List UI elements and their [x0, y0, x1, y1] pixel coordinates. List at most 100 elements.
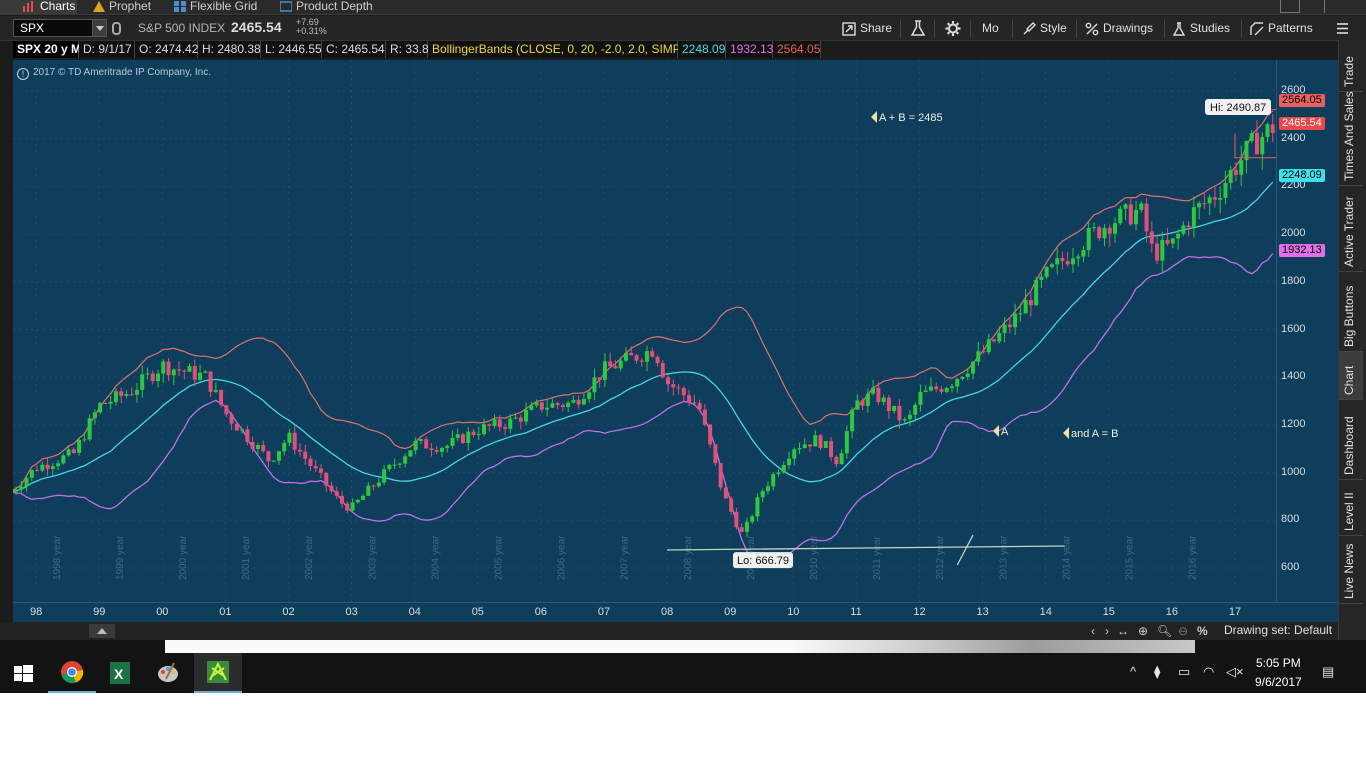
candle-body	[1097, 227, 1102, 239]
price-axis-label: 1000	[1281, 465, 1306, 478]
collapse-panel-button[interactable]	[89, 624, 115, 638]
price-chart[interactable]: 1997 year1998 year1999 year2000 year2001…	[13, 60, 1276, 602]
candle-body	[1149, 231, 1154, 244]
sidebar-tab-trade[interactable]: Trade	[1339, 40, 1363, 92]
patterns-label: Patterns	[1268, 21, 1313, 35]
aggregation-mo-button[interactable]: Mo	[962, 19, 999, 38]
watermark-year-label: 2012 year	[935, 535, 946, 580]
volume-muted-icon[interactable]: ◁×	[1226, 664, 1244, 680]
candle-body	[744, 521, 749, 532]
copyright-notice: ! 2017 © TD Ameritrade IP Company, Inc.	[17, 67, 211, 80]
candle-body	[1260, 136, 1265, 155]
battery-icon[interactable]: ▭	[1178, 664, 1190, 680]
candle-body	[776, 472, 781, 475]
info-icon[interactable]: !	[17, 68, 29, 80]
candle-body	[1223, 182, 1228, 199]
sidebar-tab-big-buttons[interactable]: Big Buttons	[1339, 272, 1363, 352]
window-restore-button[interactable]	[1280, 0, 1300, 13]
start-button[interactable]	[0, 653, 48, 693]
price-axis-label: 600	[1281, 561, 1300, 573]
svg-text:X: X	[114, 666, 124, 682]
bar-date: D: 9/1/17	[79, 41, 135, 58]
candle-body	[829, 441, 834, 457]
candle-body	[508, 418, 513, 429]
sidebar-tab-level-ii[interactable]: Level II	[1339, 480, 1363, 536]
symbol-input[interactable]: SPX	[13, 19, 107, 37]
sidebar-tab-label: Times And Sales	[1342, 91, 1356, 181]
taskbar-thinkorswim[interactable]	[194, 653, 242, 693]
candle-body	[750, 516, 755, 522]
candle-body	[445, 445, 450, 449]
menu-lines-icon[interactable]	[1332, 19, 1352, 38]
zoom-out-icon[interactable]: ⊖	[1178, 624, 1188, 638]
candle-body	[823, 441, 828, 448]
candle-body	[334, 491, 339, 496]
dropbox-icon[interactable]: ⧫	[1154, 664, 1160, 680]
candle-body	[602, 361, 607, 380]
candle-body	[992, 339, 997, 342]
tab-prophet[interactable]: Prophet	[91, 0, 151, 15]
link-icon[interactable]	[112, 22, 121, 35]
time-axis-label: 17	[1228, 606, 1242, 618]
candle-body	[708, 424, 713, 445]
chart-symbol-period[interactable]: SPX 20 y M	[13, 41, 81, 58]
sidebar-tab-times-and-sales[interactable]: Times And Sales	[1339, 91, 1363, 186]
sidebar-tab-chart[interactable]: Chart	[1339, 352, 1363, 400]
patterns-button[interactable]: Patterns	[1248, 19, 1313, 38]
crosshair-icon[interactable]: ⊕	[1138, 624, 1148, 638]
tab-flexible-grid[interactable]: Flexible Grid	[172, 0, 257, 15]
zoom-icon[interactable]: 🔍︎	[1157, 624, 1172, 638]
share-button[interactable]: Share	[840, 19, 892, 38]
style-button[interactable]: Style	[1020, 19, 1067, 38]
notifications-icon[interactable]: ▤	[1322, 664, 1334, 680]
time-axis-label: 14	[1039, 606, 1052, 618]
candle-body	[1202, 203, 1207, 205]
clock-time[interactable]: 5:05 PM	[1256, 656, 1301, 670]
tab-charts[interactable]: Charts	[0, 0, 77, 15]
candle-body	[676, 387, 681, 389]
taskbar-chrome[interactable]	[48, 653, 96, 693]
scroll-right-icon[interactable]: ›	[1105, 624, 1109, 638]
taskbar-excel[interactable]: X	[96, 653, 144, 693]
wifi-icon[interactable]: ◠	[1203, 664, 1214, 680]
sidebar-tab-active-trader[interactable]: Active Trader	[1339, 186, 1363, 272]
flask-icon[interactable]	[908, 19, 928, 38]
scroll-left-icon[interactable]: ‹	[1091, 624, 1095, 638]
expand-icon[interactable]: ↔	[1117, 624, 1129, 638]
tab-product-depth[interactable]: Product Depth	[278, 0, 373, 15]
symbol-dropdown-button[interactable]	[92, 20, 106, 36]
grid-icon	[174, 1, 186, 12]
copyright-text: 2017 © TD Ameritrade IP Company, Inc.	[33, 67, 212, 78]
time-axis[interactable]: 98 99 00 01 02 03 04 05 06 07 08 09 10 11 12 13 14 15 16 17	[13, 602, 1338, 622]
gear-icon[interactable]	[943, 19, 963, 38]
candle-body	[765, 486, 770, 492]
drawings-label: Drawings	[1103, 21, 1154, 35]
clock-date[interactable]: 9/6/2017	[1255, 675, 1302, 689]
price-axis-flag: 1932.13	[1279, 244, 1325, 258]
window-menu-button[interactable]	[1324, 0, 1338, 13]
candle-body	[792, 449, 797, 459]
time-axis-label: 10	[787, 606, 800, 618]
percent-icon[interactable]: %	[1197, 624, 1208, 638]
style-brush-icon	[1023, 22, 1036, 35]
drawing-set-label[interactable]: Drawing set: Default	[1224, 623, 1332, 637]
candle-body	[355, 499, 360, 503]
sidebar-tab-live-news[interactable]: Live News	[1339, 536, 1363, 604]
price-axis[interactable]: 600 800 1000 1200 1400 1600 1800 2000 2200 2400 26…	[1276, 60, 1338, 602]
candle-body	[581, 398, 586, 405]
share-icon	[842, 22, 856, 36]
studies-button[interactable]: Studies	[1170, 19, 1230, 38]
candle-body	[1186, 225, 1191, 228]
sidebar-tab-dashboard[interactable]: Dashboard	[1339, 400, 1363, 480]
candle-body	[87, 418, 92, 440]
chart-annotation: A + B = 2485	[879, 112, 943, 124]
study-label[interactable]: BollingerBands (CLOSE, 0, 20, -2.0, 2.0,…	[428, 41, 699, 58]
candle-body	[587, 392, 592, 399]
drawings-button[interactable]: Drawings	[1083, 19, 1153, 38]
time-axis-label: 12	[913, 606, 926, 618]
candle-body	[755, 497, 760, 517]
taskbar-paint[interactable]	[144, 653, 192, 693]
candle-body	[671, 384, 676, 388]
chart-canvas[interactable]: 1997 year1998 year1999 year2000 year2001…	[13, 60, 1276, 602]
tray-chevron-icon[interactable]: ^	[1130, 664, 1136, 679]
